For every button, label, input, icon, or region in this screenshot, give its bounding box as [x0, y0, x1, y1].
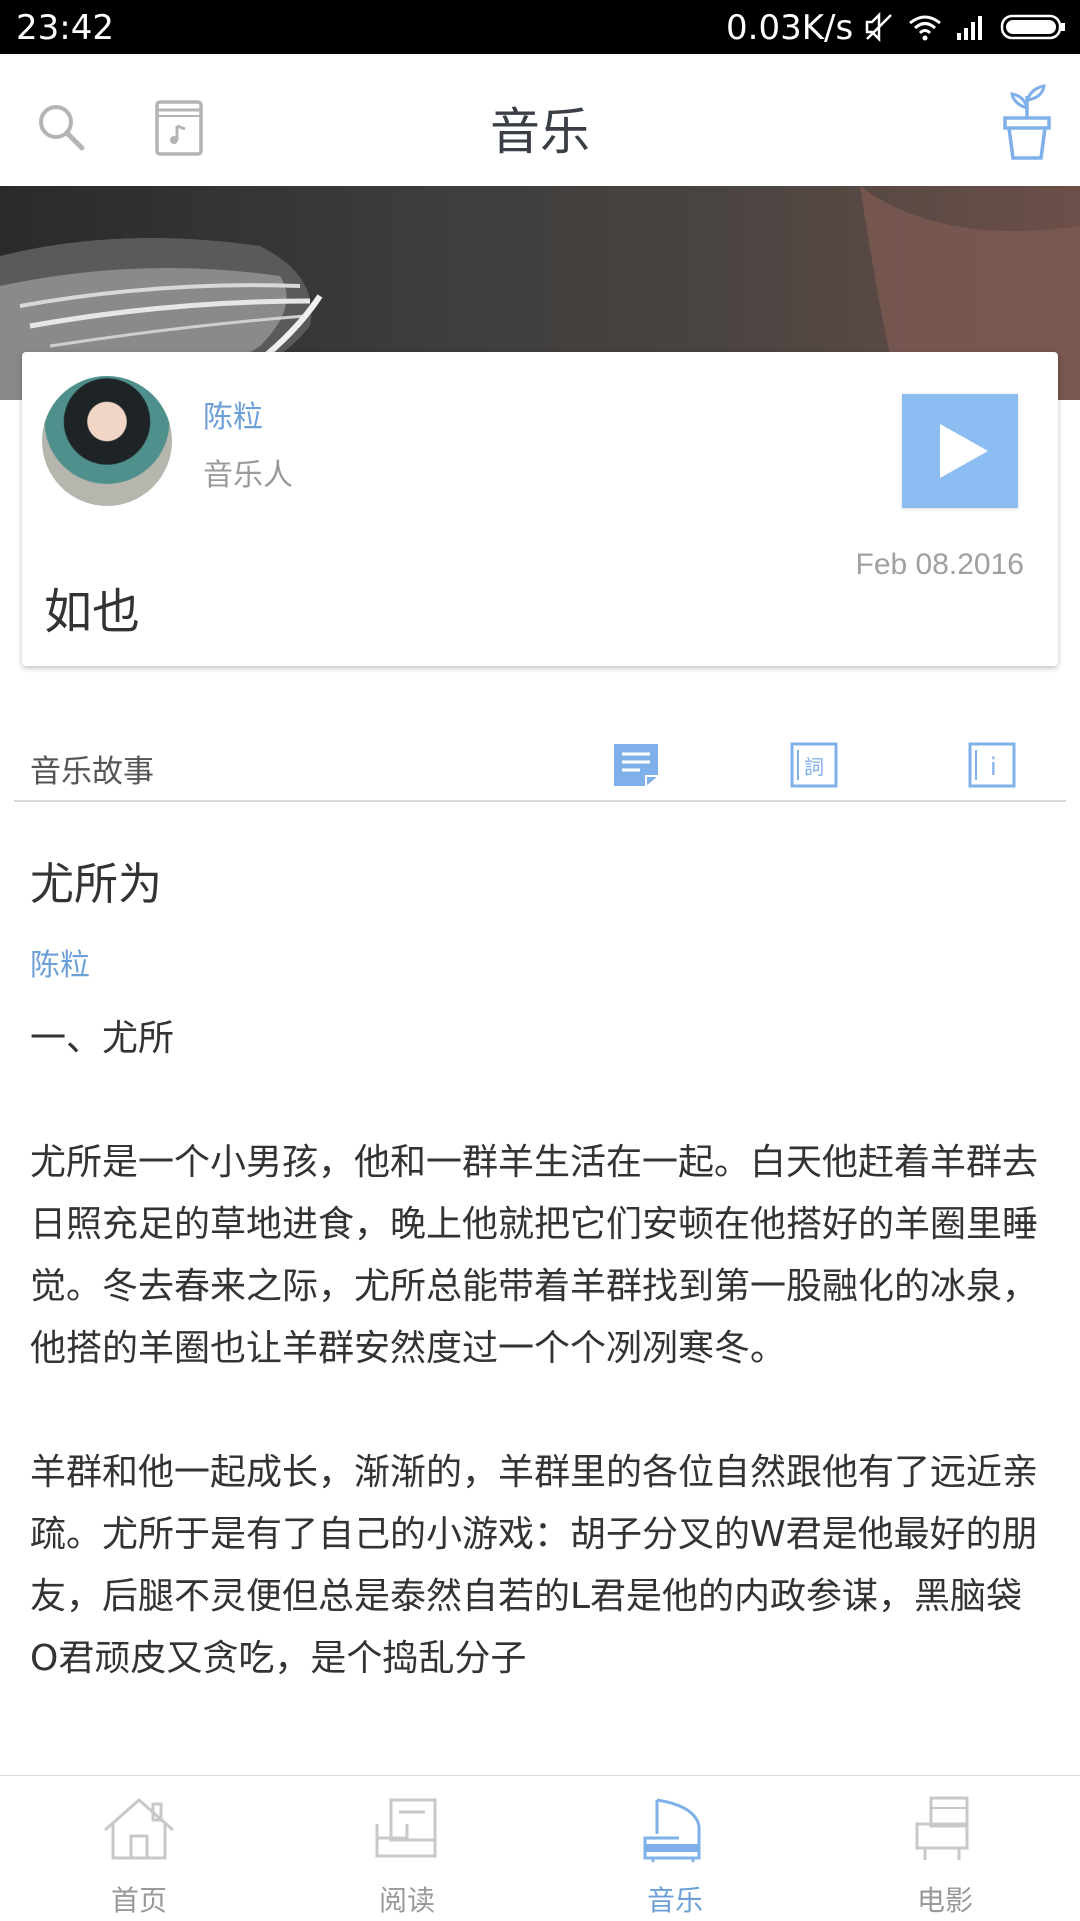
battery-icon — [1000, 14, 1065, 40]
info-glyph: i — [990, 753, 997, 781]
status-time: 23:42 — [16, 8, 114, 48]
signal-icon — [957, 16, 982, 40]
article-paragraph-2: 羊群和他一起成长，渐渐的，羊群里的各位自然跟他有了远近亲疏。尤所于是有了自己的小… — [30, 1452, 1039, 1679]
article-title: 尤所为 — [30, 859, 162, 910]
section-label: 音乐故事 — [30, 754, 154, 790]
author-role: 音乐人 — [203, 458, 293, 493]
reading-icon — [375, 1798, 437, 1858]
nav-label: 音乐 — [646, 1884, 703, 1917]
nav-label: 阅读 — [378, 1884, 435, 1917]
publish-date: Feb 08.2016 — [855, 548, 1024, 581]
bottom-nav: 首页 阅读 音乐 电影 — [0, 1775, 1080, 1921]
nav-movie[interactable]: 电影 — [810, 1776, 1080, 1921]
plant-icon — [1003, 84, 1051, 160]
movie-icon — [915, 1796, 969, 1860]
nav-reading[interactable]: 阅读 — [272, 1776, 542, 1921]
network-speed: 0.03K/s — [726, 8, 854, 48]
page-title: 音乐 — [490, 103, 590, 161]
play-button[interactable] — [902, 394, 1018, 508]
article-heading: 一、尤所 — [30, 1018, 175, 1059]
wifi-icon — [909, 15, 941, 41]
lyrics-icon: 詞 — [790, 742, 838, 788]
lyrics-glyph: 詞 — [804, 755, 824, 779]
song-title: 如也 — [44, 584, 141, 640]
nav-home[interactable]: 首页 — [4, 1776, 274, 1921]
nav-label: 首页 — [110, 1884, 167, 1917]
info-icon: i — [968, 742, 1016, 788]
plant-button[interactable] — [1002, 82, 1052, 166]
article-author[interactable]: 陈粒 — [30, 940, 90, 984]
status-icons — [864, 10, 1066, 44]
nav-label: 电影 — [916, 1884, 973, 1917]
home-icon — [104, 1797, 174, 1860]
app-header: 音乐 — [0, 54, 1080, 187]
article-paragraph-1: 尤所是一个小男孩，他和一群羊生活在一起。白天他赶着羊群去日照充足的草地进食，晚上… — [30, 1142, 1039, 1369]
music-card: 陈粒 音乐人 Feb 08.2016 如也 — [22, 352, 1058, 666]
status-bar: 23:42 0.03K/s — [0, 0, 1080, 54]
play-icon — [940, 424, 988, 478]
author-avatar[interactable] — [42, 376, 172, 506]
tab-story[interactable] — [612, 742, 660, 792]
section-tabs: 音乐故事 詞 i — [14, 730, 1066, 802]
story-icon — [614, 744, 658, 786]
author-name[interactable]: 陈粒 — [203, 392, 263, 436]
nav-music[interactable]: 音乐 — [540, 1776, 810, 1921]
tab-info[interactable]: i — [968, 742, 1016, 792]
music-icon — [643, 1798, 701, 1862]
tab-lyrics[interactable]: 詞 — [790, 742, 838, 792]
mute-icon — [865, 12, 892, 42]
